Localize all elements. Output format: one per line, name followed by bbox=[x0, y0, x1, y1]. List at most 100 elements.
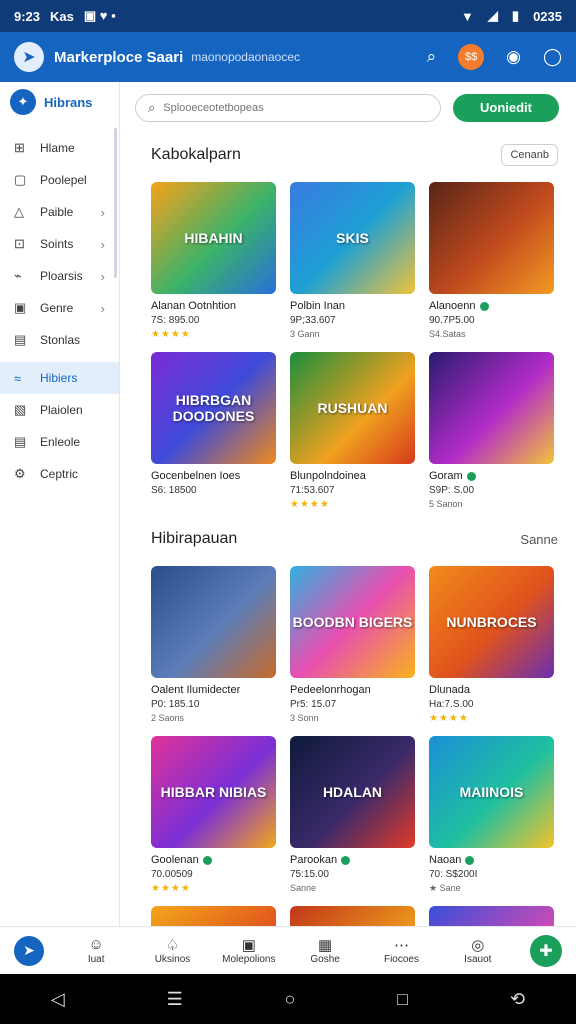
notification-icon: ▣ ♥ ▪ bbox=[83, 8, 116, 23]
app-logo-icon[interactable]: ➤ bbox=[14, 42, 44, 72]
sidebar-item[interactable]: ⊞ Hlame bbox=[0, 132, 119, 164]
bottom-nav-label: Iuat bbox=[87, 954, 105, 965]
product-card[interactable]: HIBAHIN Alanan Ootnhtion 7S: 895.00 ★★★★ bbox=[151, 182, 276, 352]
product-price: 70.00509 bbox=[151, 869, 193, 880]
game-thumbnail[interactable] bbox=[151, 566, 276, 678]
product-name: Dlunada bbox=[429, 684, 470, 696]
product-card[interactable]: Goram S9P: S.00 5 Sanon bbox=[429, 352, 554, 522]
hiber-icon: ≈ bbox=[14, 370, 22, 386]
bottom-nav-item[interactable]: ▦ Goshe bbox=[287, 936, 363, 965]
bottom-nav-item[interactable]: ♤ Uksinos bbox=[134, 936, 210, 965]
dots-icon: ⋯ bbox=[393, 937, 409, 954]
chevron-right-icon: › bbox=[100, 236, 105, 252]
search-input[interactable] bbox=[163, 101, 404, 114]
thumbnail-title: RUSHUAN bbox=[317, 400, 388, 416]
leaf-icon: ♤ bbox=[165, 937, 180, 954]
game-thumbnail[interactable]: RUSHUAN bbox=[290, 352, 415, 464]
game-thumbnail[interactable]: SKIS bbox=[290, 182, 415, 294]
product-card[interactable]: Oalent Ilumidecter P0: 185.10 2 Saons bbox=[151, 566, 276, 736]
game-thumbnail[interactable]: MAIINOIS bbox=[429, 736, 554, 848]
product-card[interactable]: RUSHUAN Blunpolndoinea 71:53.607 ★★★★ bbox=[290, 352, 415, 522]
product-name: Blunpolndoinea bbox=[290, 470, 366, 482]
game-thumbnail[interactable] bbox=[429, 182, 554, 294]
user-icon: ☺ bbox=[88, 936, 104, 953]
product-card[interactable]: MAIINOIS Naoan 70: S$200I ★ Sane bbox=[429, 736, 554, 906]
verified-icon bbox=[465, 855, 475, 865]
game-thumbnail[interactable]: HDALAN bbox=[290, 736, 415, 848]
game-thumbnail[interactable] bbox=[429, 352, 554, 464]
list-icon: ▤ bbox=[14, 434, 27, 449]
sidebar-item[interactable]: ▧ Plaiolen bbox=[0, 394, 119, 426]
product-card[interactable]: HIBBAR NIBIAS Goolenan 70.00509 ★★★★ bbox=[151, 736, 276, 906]
rating-stars: ★★★★ bbox=[429, 713, 469, 724]
rotate-icon[interactable]: ⟲ bbox=[510, 989, 525, 1010]
product-card[interactable]: BOODBN BIGERS Pedeelonrhogan Pr5: 15.07 3 S… bbox=[290, 566, 415, 736]
bottom-nav-item[interactable]: ▣ Molepolions bbox=[211, 936, 287, 965]
home-icon[interactable]: ○ bbox=[285, 989, 296, 1010]
game-thumbnail[interactable] bbox=[429, 906, 554, 926]
sidebar-item[interactable]: ⊡ Soints › bbox=[0, 228, 119, 260]
product-name: Alanoenn bbox=[429, 300, 476, 312]
thumbnail-title: HIBAHIN bbox=[184, 230, 243, 246]
thumbnail-title: BOODBN BIGERS bbox=[292, 614, 413, 630]
sidebar-item[interactable]: ≈ Hibiers bbox=[0, 362, 119, 394]
search-field[interactable]: ⌕ bbox=[135, 93, 441, 122]
product-card[interactable]: HDALAN Parookan 75:15.00 Sanne bbox=[290, 736, 415, 906]
sidebar-header[interactable]: ✦ Hibrans bbox=[0, 82, 119, 122]
back-icon[interactable]: ◁ bbox=[51, 989, 65, 1010]
product-card[interactable]: Alanoenn 90.7P5.00 S4.Satas bbox=[429, 182, 554, 352]
sidebar-scrollbar[interactable] bbox=[114, 128, 117, 278]
see-all-link[interactable]: Sanne bbox=[520, 532, 558, 547]
menu-icon[interactable]: ☰ bbox=[167, 989, 183, 1010]
sidebar-item-label: Hibiers bbox=[40, 371, 78, 385]
wifi-icon: ▼ bbox=[461, 8, 474, 24]
create-fab-button[interactable]: ✚ bbox=[530, 934, 562, 967]
sidebar-item-label: Enleole bbox=[40, 435, 81, 449]
section-button[interactable]: Cenanb bbox=[501, 144, 558, 166]
rating-stars: ★★★★ bbox=[151, 883, 191, 894]
primary-action-button[interactable]: Uoniedit bbox=[453, 93, 559, 122]
circle-icon: ◎ bbox=[471, 937, 485, 954]
sidebar-item[interactable]: ▣ Genre › bbox=[0, 292, 119, 324]
sidebar-item[interactable]: △ Paible › bbox=[0, 196, 119, 228]
grid-icon: ⊞ bbox=[14, 140, 25, 155]
home-logo-icon[interactable]: ➤ bbox=[14, 935, 44, 966]
wallet-badge[interactable]: $$ bbox=[458, 44, 485, 70]
app-title: Markerploce Saari bbox=[54, 48, 184, 66]
thumbnail-title: SKIS bbox=[336, 230, 369, 246]
product-card[interactable]: HIBRBGAN DOODONES Gocenbelnen Ioes S6: 185… bbox=[151, 352, 276, 522]
thumbnail-title: HIBBAR NIBIAS bbox=[160, 784, 267, 800]
sidebar-item[interactable]: ▤ Stonlas bbox=[0, 324, 119, 356]
recents-icon[interactable]: □ bbox=[397, 989, 408, 1010]
sidebar-item-label: Paible bbox=[40, 205, 74, 219]
game-thumbnail[interactable]: HIBRBGAN DOODONES bbox=[151, 352, 276, 464]
sidebar-item[interactable]: ⚙ Ceptric bbox=[0, 458, 119, 490]
game-thumbnail[interactable]: HIBBAR NIBIAS bbox=[151, 736, 276, 848]
game-thumbnail[interactable]: HIBAHIN bbox=[151, 182, 276, 294]
sidebar-item[interactable]: ⌁ Ploarsis › bbox=[0, 260, 119, 292]
game-thumbnail[interactable]: NUNBROCES bbox=[429, 566, 554, 678]
sidebar: ✦ Hibrans ⊞ Hlame ▢ Poolepel △ Paible › ⊡ Soints… bbox=[0, 82, 120, 926]
doc-icon: ▧ bbox=[14, 402, 27, 417]
product-name: Pedeelonrhogan bbox=[290, 684, 371, 696]
product-card[interactable]: SKIS Polbin Inan 9P;33.607 3 Gann bbox=[290, 182, 415, 352]
sidebar-item[interactable]: ▤ Enleole bbox=[0, 426, 119, 458]
profile-icon[interactable]: ◯ bbox=[543, 47, 562, 67]
bottom-nav-item[interactable]: ☺ Iuat bbox=[58, 936, 134, 965]
notifications-icon[interactable]: ◉ bbox=[506, 47, 521, 67]
game-thumbnail[interactable] bbox=[290, 906, 415, 926]
app-bar: ➤ Markerploce Saari maonopodaonaocec ⌕ $… bbox=[0, 32, 576, 82]
bottom-nav-item[interactable]: ⋯ Fiocoes bbox=[363, 936, 439, 965]
sidebar-item[interactable]: ▢ Poolepel bbox=[0, 164, 119, 196]
verified-icon bbox=[341, 855, 351, 865]
product-card[interactable]: NUNBROCES Dlunada Ha:7.S.00 ★★★★ bbox=[429, 566, 554, 736]
product-meta: 5 Sanon bbox=[429, 499, 463, 509]
product-price: Pr5: 15.07 bbox=[290, 699, 337, 710]
game-thumbnail[interactable] bbox=[151, 906, 276, 926]
verified-icon bbox=[479, 301, 489, 311]
bottom-nav-item[interactable]: ◎ Isauot bbox=[440, 936, 516, 965]
search-icon[interactable]: ⌕ bbox=[427, 47, 437, 67]
thumbnail-title: HIBRBGAN DOODONES bbox=[172, 392, 255, 424]
game-thumbnail[interactable]: BOODBN BIGERS bbox=[290, 566, 415, 678]
box-icon: ▢ bbox=[14, 172, 27, 187]
